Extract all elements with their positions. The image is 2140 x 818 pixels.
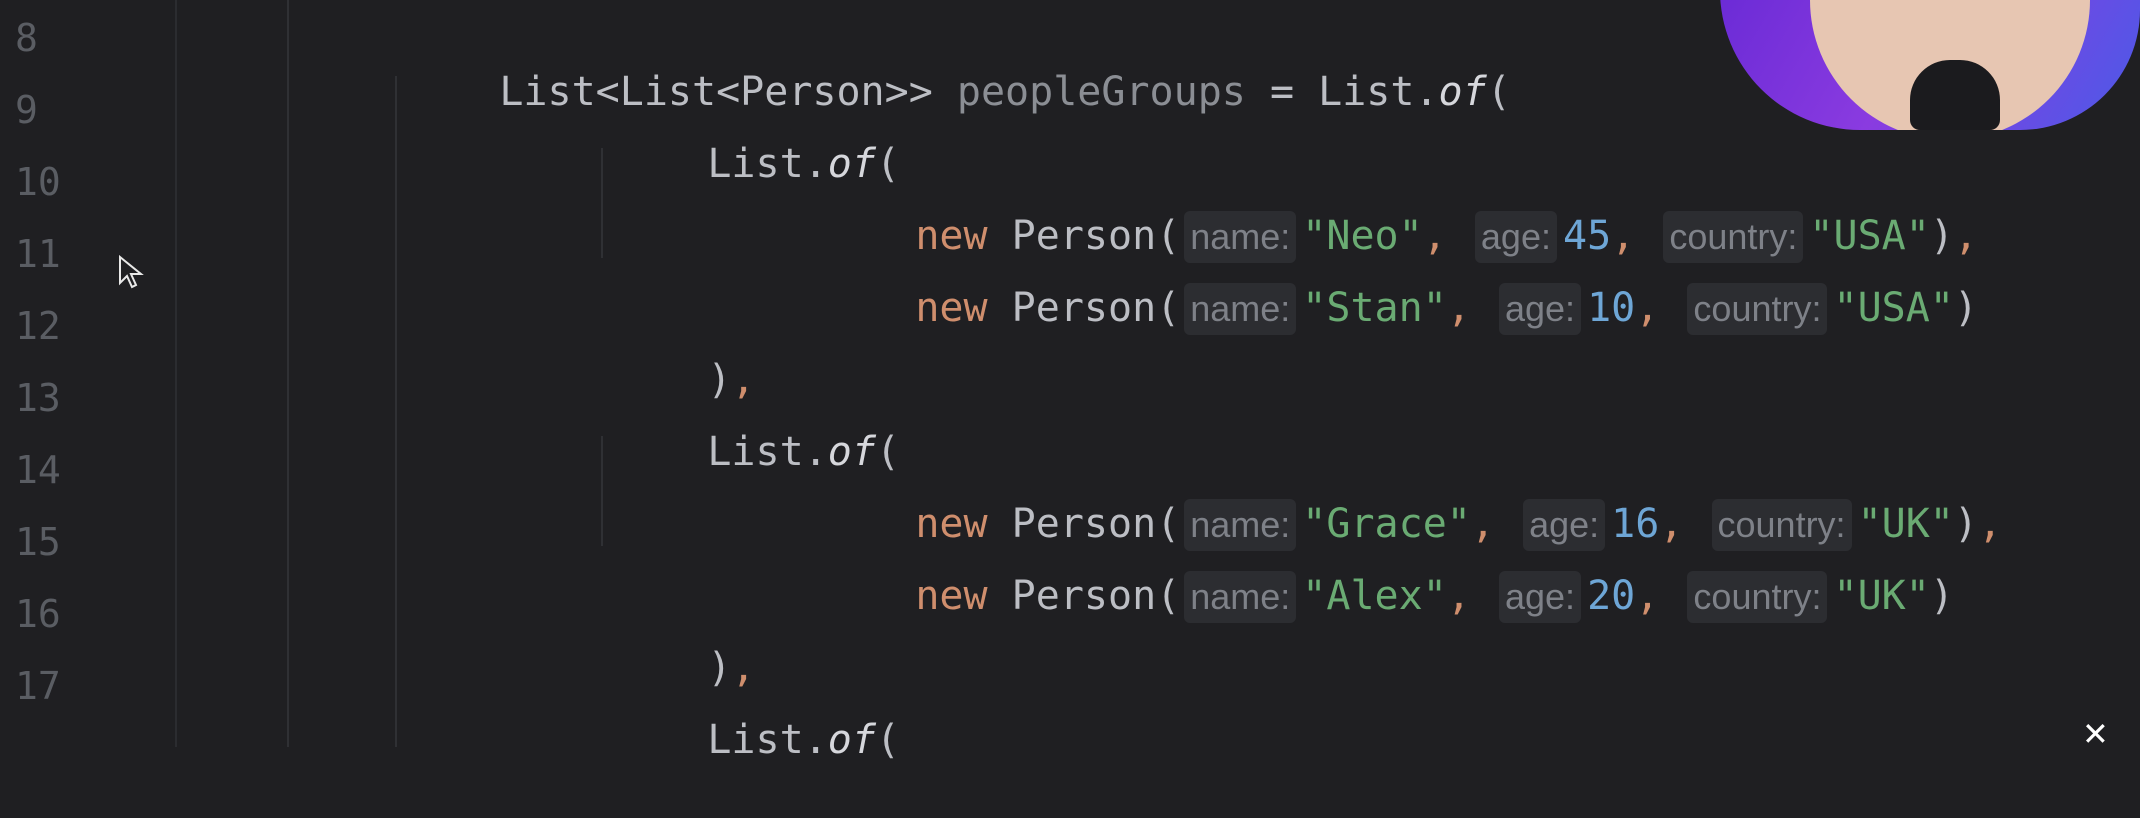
code-token: List. <box>707 141 828 187</box>
method-call: of <box>827 717 876 763</box>
code-token: = List. <box>1245 69 1439 115</box>
parameter-hint: age: <box>1498 571 1582 623</box>
code-line-15[interactable]: new Person(name: "Alex", age: 20, country:… <box>819 518 1954 675</box>
comma: , <box>1635 573 1660 619</box>
indent-guide <box>287 0 289 747</box>
line-number: 16 <box>15 592 61 636</box>
line-number: 10 <box>15 160 61 204</box>
line-number-gutter: 8 9 10 11 12 13 14 15 16 17 <box>0 0 177 747</box>
string-literal: "USA" <box>1833 285 1954 331</box>
code-token: Person( <box>987 285 1181 331</box>
code-token: ) <box>1953 285 1978 331</box>
indent-guide <box>601 436 603 546</box>
code-line-17[interactable]: List.of( <box>611 662 900 818</box>
code-token: ( <box>1486 69 1511 115</box>
string-literal: "Stan" <box>1302 285 1447 331</box>
close-icon[interactable]: ✕ <box>2082 718 2130 750</box>
parameter-hint: name: <box>1184 571 1297 623</box>
parameter-hint: name: <box>1184 283 1297 335</box>
line-number: 14 <box>15 448 61 492</box>
comma: , <box>1977 501 2003 547</box>
microphone-icon <box>1910 60 2000 130</box>
line-number: 9 <box>15 88 38 132</box>
number-literal: 20 <box>1587 573 1636 619</box>
parameter-hint: age: <box>1498 283 1582 335</box>
method-call: of <box>1438 69 1487 115</box>
line-number: 17 <box>15 664 61 708</box>
line-number: 11 <box>15 232 61 276</box>
indent-guide <box>395 76 397 747</box>
number-literal: 10 <box>1587 285 1636 331</box>
line-number: 12 <box>15 304 61 348</box>
code-token: List. <box>707 717 828 763</box>
string-literal: "Alex" <box>1302 573 1447 619</box>
comma: , <box>1446 285 1471 331</box>
line-number: 13 <box>15 376 61 420</box>
code-line-11[interactable]: new Person(name: "Stan", age: 10, country:… <box>819 230 1978 387</box>
keyword: new <box>915 573 988 619</box>
code-token: Person( <box>987 573 1181 619</box>
line-number: 15 <box>15 520 61 564</box>
code-token: ) <box>1953 501 1978 547</box>
parameter-hint: country: <box>1687 283 1828 335</box>
keyword: new <box>915 285 988 331</box>
line-number: 8 <box>15 16 38 60</box>
parameter-hint: country: <box>1687 571 1828 623</box>
string-literal: "UK" <box>1833 573 1930 619</box>
code-line-8[interactable]: List<List<Person>> peopleGroups = List.o… <box>403 14 1511 170</box>
code-token: List. <box>707 429 828 475</box>
mouse-pointer-icon <box>119 255 144 289</box>
code-token: ) <box>1929 573 1954 619</box>
variable-name: peopleGroups <box>956 69 1246 115</box>
comma: , <box>1446 573 1471 619</box>
comma: , <box>1635 285 1660 331</box>
code-token: ( <box>875 717 901 763</box>
